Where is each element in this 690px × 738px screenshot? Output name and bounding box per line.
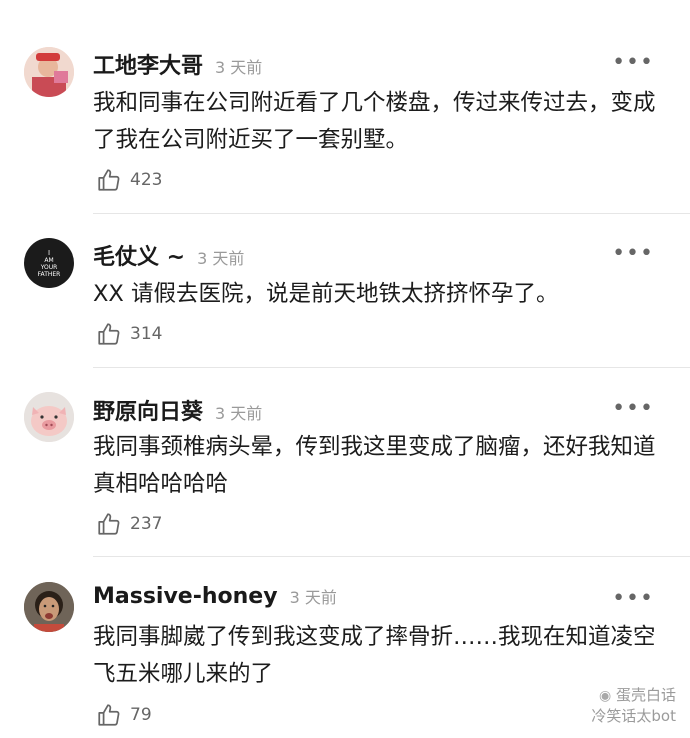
- weibo-logo-icon: ◉: [598, 688, 612, 704]
- like-button[interactable]: 237: [96, 511, 162, 537]
- more-options-icon[interactable]: •••: [612, 50, 654, 75]
- like-count: 423: [130, 170, 163, 190]
- comment-text: 我和同事在公司附近看了几个楼盘，传过来传过去，变成了我在公司附近买了一套别墅。: [93, 90, 656, 153]
- comment-text: XX 请假去医院，说是前天地铁太挤挤怀孕了。: [93, 281, 559, 307]
- like-button[interactable]: 79: [96, 702, 152, 728]
- like-button[interactable]: 423: [96, 167, 162, 193]
- thumbs-up-icon: [98, 169, 120, 191]
- divider: [93, 367, 690, 368]
- avatar[interactable]: [24, 47, 74, 97]
- like-count: 237: [130, 514, 163, 534]
- thumbs-up-icon: [98, 323, 120, 345]
- avatar[interactable]: [24, 392, 74, 442]
- timestamp: 3 天前: [289, 588, 337, 607]
- timestamp: 3 天前: [215, 58, 263, 77]
- comment-text: 我同事脚崴了传到我这变成了摔骨折……我现在知道凌空飞五米哪儿来的了: [93, 624, 656, 687]
- divider: [93, 213, 690, 214]
- watermark-line: ◉ 蛋壳白话: [598, 686, 676, 704]
- like-button[interactable]: 314: [96, 321, 162, 347]
- timestamp: 3 天前: [197, 249, 245, 268]
- watermark-line: 冷笑话太bot: [591, 707, 676, 725]
- more-options-icon[interactable]: •••: [612, 586, 654, 611]
- more-options-icon[interactable]: •••: [612, 241, 654, 266]
- thumbs-up-icon: [98, 513, 120, 535]
- watermark: ◉ 蛋壳白话 冷笑话太bot: [591, 685, 676, 726]
- username[interactable]: 毛仗义 ~3 天前: [93, 239, 244, 271]
- avatar[interactable]: I AM YOUR FATHER: [24, 238, 74, 288]
- comment-text: 我同事颈椎病头晕，传到我这里变成了脑瘤，还好我知道真相哈哈哈哈: [93, 434, 656, 497]
- thumbs-up-icon: [98, 704, 120, 726]
- more-options-icon[interactable]: •••: [612, 396, 654, 421]
- username[interactable]: 工地李大哥 3 天前: [93, 48, 262, 80]
- like-count: 314: [130, 324, 163, 344]
- avatar[interactable]: [24, 582, 74, 632]
- like-count: 79: [130, 705, 152, 725]
- username[interactable]: 野原向日葵 3 天前: [93, 394, 262, 426]
- username[interactable]: Massive-honey 3 天前: [93, 584, 337, 609]
- timestamp: 3 天前: [215, 404, 263, 423]
- divider: [93, 556, 690, 557]
